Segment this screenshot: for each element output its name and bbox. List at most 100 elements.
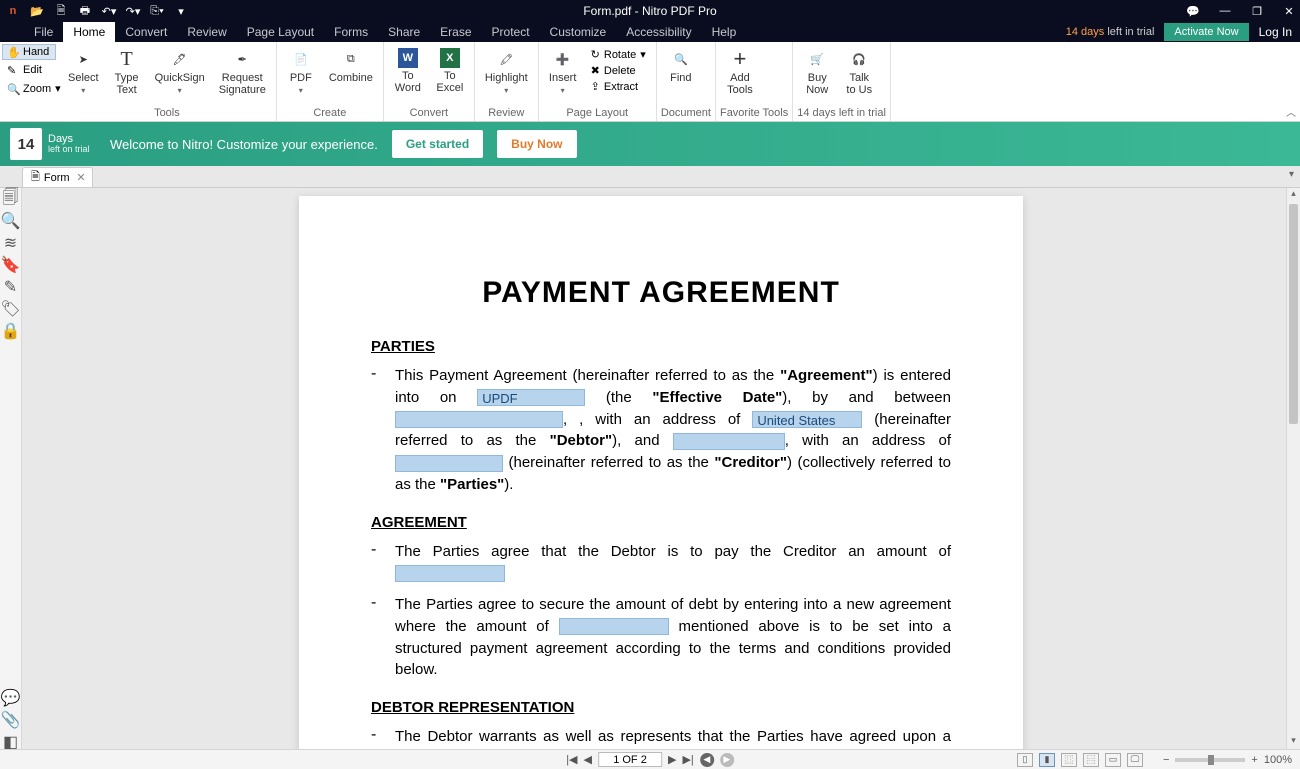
view-single-icon[interactable]: ▯ xyxy=(1017,753,1033,767)
select-button[interactable]: ➤Select▾ xyxy=(62,44,105,106)
redo-icon[interactable]: ↷▾ xyxy=(126,4,140,18)
pdf-button[interactable]: 📄PDF▾ xyxy=(281,44,321,106)
zoom-in-icon[interactable]: + xyxy=(1251,754,1257,766)
debtor-address-field[interactable]: United States xyxy=(752,411,862,428)
scroll-down-icon[interactable]: ▾ xyxy=(1287,735,1300,749)
menu-convert[interactable]: Convert xyxy=(115,22,177,42)
delete-button[interactable]: ✖Delete xyxy=(591,64,646,77)
insert-button[interactable]: ➕Insert▾ xyxy=(543,44,583,106)
menu-forms[interactable]: Forms xyxy=(324,22,378,42)
tab-close-icon[interactable]: ✕ xyxy=(76,171,85,184)
chat-icon[interactable]: 💬 xyxy=(1186,4,1200,18)
buy-now-ribbon-button[interactable]: 🛒Buy Now xyxy=(797,44,837,106)
menu-review[interactable]: Review xyxy=(177,22,236,42)
edit-tool[interactable]: ✎Edit xyxy=(2,62,56,78)
effective-date-field[interactable]: UPDF xyxy=(477,389,585,406)
group-page-layout-label: Page Layout xyxy=(543,106,652,121)
to-excel-button[interactable]: XTo Excel xyxy=(430,44,470,106)
creditor-address-field[interactable] xyxy=(395,455,503,472)
group-create-label: Create xyxy=(281,106,379,121)
find-button[interactable]: 🔍Find xyxy=(661,44,701,106)
print-icon[interactable]: 🖶 xyxy=(78,4,92,18)
menu-file[interactable]: File xyxy=(24,22,63,42)
bookmarks-panel-icon[interactable]: 🔖 xyxy=(4,258,18,272)
menu-customize[interactable]: Customize xyxy=(540,22,617,42)
hand-tool[interactable]: ✋Hand xyxy=(2,44,56,60)
nav-back-icon[interactable]: ◀ xyxy=(700,753,714,767)
first-page-icon[interactable]: |◀ xyxy=(566,753,577,766)
menu-share[interactable]: Share xyxy=(378,22,430,42)
menu-accessibility[interactable]: Accessibility xyxy=(616,22,701,42)
signature-icon: ✒ xyxy=(231,48,253,70)
buy-now-button[interactable]: Buy Now xyxy=(497,130,576,158)
type-text-icon: T xyxy=(116,48,138,70)
combine-button[interactable]: ⧉Combine xyxy=(323,44,379,106)
agreement-p2: The Parties agree to secure the amount o… xyxy=(395,594,951,681)
undo-icon[interactable]: ↶▾ xyxy=(102,4,116,18)
zoom-slider[interactable] xyxy=(1175,758,1245,762)
sign-panel-icon[interactable]: ✎ xyxy=(4,280,18,294)
view-continuous-icon[interactable]: ▮ xyxy=(1039,753,1055,767)
document-tab[interactable]: 🗎 Form ✕ xyxy=(22,167,93,187)
layers-panel-icon[interactable]: ≋ xyxy=(4,236,18,250)
tags-panel-icon[interactable]: 🏷 xyxy=(4,302,18,316)
attachments-panel-icon[interactable]: 📎 xyxy=(4,713,18,727)
zoom-out-icon[interactable]: − xyxy=(1163,754,1169,766)
debtor-rep-paragraph: The Debtor warrants as well as represent… xyxy=(395,726,951,749)
menu-home[interactable]: Home xyxy=(63,22,115,42)
pages-panel-icon[interactable]: 🗐 xyxy=(4,192,18,206)
page-number-input[interactable] xyxy=(598,752,662,767)
document-viewport[interactable]: PAYMENT AGREEMENT PARTIES - This Payment… xyxy=(22,188,1300,749)
login-link[interactable]: Log In xyxy=(1259,25,1292,39)
maximize-icon[interactable]: ❐ xyxy=(1250,4,1264,18)
combine-icon: ⧉ xyxy=(340,48,362,70)
last-page-icon[interactable]: ▶| xyxy=(682,753,693,766)
highlight-button[interactable]: 🖍Highlight▾ xyxy=(479,44,534,106)
activate-now-button[interactable]: Activate Now xyxy=(1164,23,1248,41)
type-text-button[interactable]: TType Text xyxy=(107,44,147,106)
panel-toggle-icon[interactable]: ◧ xyxy=(4,735,18,749)
device-icon[interactable]: ⎘▾ xyxy=(150,4,164,18)
open-icon[interactable]: 📂 xyxy=(30,4,44,18)
rotate-button[interactable]: ↻Rotate ▾ xyxy=(591,48,646,61)
view-facing-cont-icon[interactable]: ⿳ xyxy=(1083,753,1099,767)
talk-to-us-button[interactable]: 🎧Talk to Us xyxy=(839,44,879,106)
doc-tab-label: Form xyxy=(44,172,70,184)
save-icon[interactable]: 🗎 xyxy=(54,4,68,18)
menu-protect[interactable]: Protect xyxy=(482,22,540,42)
to-word-button[interactable]: WTo Word xyxy=(388,44,428,106)
minimize-icon[interactable]: — xyxy=(1218,4,1232,18)
creditor-name-field[interactable] xyxy=(673,433,785,450)
view-facing-icon[interactable]: ⿲ xyxy=(1061,753,1077,767)
view-fullwidth-icon[interactable]: ▭ xyxy=(1105,753,1121,767)
comments-panel-icon[interactable]: 💬 xyxy=(4,691,18,705)
ribbon-collapse-icon[interactable]: ︿ xyxy=(1286,104,1296,119)
qat-dropdown-icon[interactable]: ▾ xyxy=(174,4,188,18)
zoom-tool[interactable]: 🔍Zoom▾ xyxy=(2,80,56,97)
get-started-button[interactable]: Get started xyxy=(392,130,483,158)
menu-help[interactable]: Help xyxy=(702,22,747,42)
prev-page-icon[interactable]: ◀ xyxy=(584,753,592,766)
edit-icon: ✎ xyxy=(7,64,19,76)
vertical-scrollbar[interactable]: ▴ ▾ xyxy=(1286,188,1300,749)
close-icon[interactable]: ✕ xyxy=(1282,4,1296,18)
next-page-icon[interactable]: ▶ xyxy=(668,753,676,766)
pdf-icon: 📄 xyxy=(290,48,312,70)
extract-button[interactable]: ⇪Extract xyxy=(591,80,646,93)
amount-field-1[interactable] xyxy=(395,565,505,582)
add-tools-button[interactable]: +Add Tools xyxy=(720,44,760,106)
menu-erase[interactable]: Erase xyxy=(430,22,481,42)
amount-field-2[interactable] xyxy=(559,618,669,635)
request-signature-button[interactable]: ✒Request Signature xyxy=(213,44,272,106)
tab-menu-icon[interactable]: ▾ xyxy=(1289,169,1294,180)
search-panel-icon[interactable]: 🔍 xyxy=(4,214,18,228)
view-presentation-icon[interactable]: 🖵 xyxy=(1127,753,1143,767)
quicksign-button[interactable]: 🖊QuickSign▾ xyxy=(149,44,211,106)
menu-page-layout[interactable]: Page Layout xyxy=(237,22,324,42)
scroll-up-icon[interactable]: ▴ xyxy=(1287,188,1300,202)
scroll-thumb[interactable] xyxy=(1289,204,1298,424)
debtor-name-field[interactable] xyxy=(395,411,563,428)
zoom-level[interactable]: 100% xyxy=(1264,754,1292,766)
nav-forward-icon[interactable]: ▶ xyxy=(720,753,734,767)
security-panel-icon[interactable]: 🔒 xyxy=(4,324,18,338)
